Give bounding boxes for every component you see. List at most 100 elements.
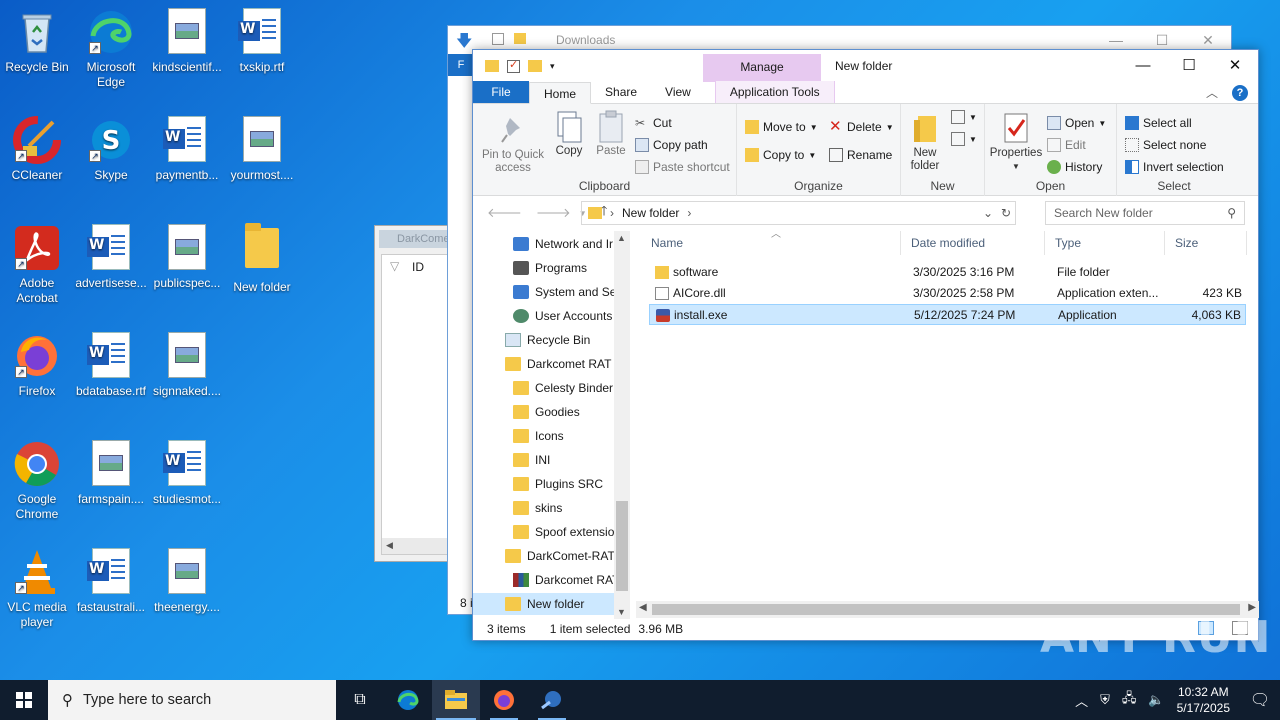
tab-application-tools[interactable]: Application Tools <box>714 81 835 103</box>
paste-shortcut-button[interactable]: Paste shortcut <box>635 160 730 174</box>
refresh-icon[interactable]: ↻ <box>1001 206 1011 220</box>
desktop-icon-google-chrome[interactable]: Google Chrome <box>0 440 74 522</box>
darkcomet-window[interactable]: DarkComet ▽ ID ◀ <box>374 225 454 562</box>
paste-button[interactable]: Paste <box>591 110 631 158</box>
network-icon[interactable]: 🖧 <box>1122 689 1137 711</box>
taskbar-file-explorer[interactable] <box>432 680 480 720</box>
tab-view[interactable]: View <box>651 81 705 103</box>
nav-item[interactable]: Celesty Binder <box>473 377 614 399</box>
desktop-icon-farmspain[interactable]: farmspain.... <box>74 440 148 507</box>
edit-button[interactable]: Edit <box>1047 138 1086 152</box>
nav-item[interactable]: System and Se <box>473 281 616 303</box>
table-row[interactable]: install.exe 5/12/2025 7:24 PM Application 4… <box>649 304 1246 325</box>
cut-button[interactable]: ✂ Cut <box>635 116 672 130</box>
taskbar-search[interactable]: ⚲ Type here to search <box>48 680 336 720</box>
copy-button[interactable]: Copy <box>549 110 589 158</box>
select-none-button[interactable]: Select none <box>1125 138 1206 152</box>
nav-item[interactable]: User Accounts <box>473 305 614 327</box>
desktop-icon-yourmost[interactable]: yourmost.... <box>225 116 299 183</box>
scrollbar-thumb[interactable] <box>616 501 628 591</box>
desktop-icon-signnaked[interactable]: signnaked.... <box>150 332 224 399</box>
security-icon[interactable]: ⛨ <box>1100 692 1110 708</box>
nav-item[interactable]: Darkcomet RAT <box>473 569 619 591</box>
clock[interactable]: 10:32 AM 5/17/2025 <box>1177 684 1230 716</box>
nav-item[interactable]: Plugins SRC <box>473 473 614 495</box>
start-button[interactable] <box>0 680 48 720</box>
table-row[interactable]: software 3/30/2025 3:16 PM File folder <box>649 262 1246 283</box>
taskbar-edge[interactable] <box>384 680 432 720</box>
task-view-button[interactable]: ⧉ <box>336 680 384 720</box>
nav-pane-scrollbar[interactable]: ▲ ▼ <box>614 231 630 619</box>
desktop-icon-new-folder[interactable]: New folder <box>225 223 299 295</box>
file-list[interactable]: ︿ Name Date modified Type Size software 3… <box>643 229 1248 601</box>
desktop-icon-kindscientif[interactable]: kindscientif... <box>150 8 224 75</box>
desktop-icon-adobe-acrobat[interactable]: ↗ Adobe Acrobat <box>0 224 74 306</box>
chevron-down-icon[interactable]: ▾ <box>550 61 555 72</box>
desktop-icon-theenergy[interactable]: theenergy.... <box>150 548 224 615</box>
open-button[interactable]: Open ▼ <box>1047 116 1106 130</box>
darkcomet-list[interactable]: ▽ ID ◀ <box>381 254 453 555</box>
minimize-button[interactable]: — <box>1120 50 1166 80</box>
rename-button[interactable]: Rename <box>829 148 892 162</box>
horizontal-scrollbar[interactable]: ◀ <box>382 538 452 554</box>
new-item-button[interactable]: ▼ <box>951 110 977 124</box>
desktop-icon-advertisese[interactable]: W advertisese... <box>74 224 148 291</box>
desktop-icon-ccleaner[interactable]: ↗ CCleaner <box>0 116 74 183</box>
taskbar-firefox[interactable] <box>480 680 528 720</box>
nav-item[interactable]: Goodies <box>473 401 614 423</box>
volume-icon[interactable]: 🔈 <box>1148 692 1164 708</box>
nav-item[interactable]: Recycle Bin <box>473 329 614 351</box>
nav-item[interactable]: Programs <box>473 257 614 279</box>
column-header-date-modified[interactable]: Date modified <box>903 231 1045 255</box>
new-folder-button[interactable]: New folder <box>905 112 945 173</box>
nav-item[interactable]: DarkComet-RAT <box>473 545 615 567</box>
select-all-button[interactable]: Select all <box>1125 116 1192 130</box>
taskbar-darkcomet[interactable] <box>528 680 576 720</box>
desktop-icon-studiesmot[interactable]: W studiesmot... <box>150 440 224 507</box>
breadcrumb-new-folder[interactable]: New folder <box>622 206 679 220</box>
chevron-down-icon[interactable]: ⌄ <box>983 206 993 220</box>
properties-button[interactable]: Properties ▼ <box>989 112 1043 173</box>
nav-item[interactable]: Spoof extensio <box>473 521 614 543</box>
pin-to-quick-access-button[interactable]: Pin to Quick access <box>479 114 547 175</box>
desktop-icon-vlc[interactable]: ↗ VLC media player <box>0 548 74 630</box>
copy-path-button[interactable]: Copy path <box>635 138 708 152</box>
column-header-id[interactable]: ID <box>412 260 424 274</box>
column-header-name[interactable]: Name <box>643 231 901 255</box>
tab-share[interactable]: Share <box>591 81 651 103</box>
desktop-icon-txskip[interactable]: W txskip.rtf <box>225 8 299 75</box>
column-header-size[interactable]: Size <box>1167 231 1247 255</box>
copy-to-button[interactable]: Copy to ▼ <box>745 148 816 162</box>
forward-arrow-icon[interactable]: 🡒 <box>536 205 571 221</box>
chevron-up-icon[interactable]: ︿ <box>1206 84 1218 101</box>
nav-item[interactable]: Darkcomet RAT ! <box>473 353 618 375</box>
tab-manage[interactable]: Manage <box>703 54 821 82</box>
new-folder-icon[interactable] <box>528 60 542 72</box>
tab-home[interactable]: Home <box>529 82 592 104</box>
chevron-up-icon[interactable]: ︿ <box>1075 691 1088 710</box>
nav-item[interactable]: Network and Ir <box>473 233 614 255</box>
nav-item[interactable]: skins <box>473 497 614 519</box>
easy-access-button[interactable]: ▼ <box>951 132 977 146</box>
help-icon[interactable]: ? <box>1232 84 1248 101</box>
desktop-icon-recycle-bin[interactable]: Recycle Bin <box>0 8 74 75</box>
invert-selection-button[interactable]: Invert selection <box>1125 160 1224 174</box>
nav-item[interactable]: Icons <box>473 425 614 447</box>
maximize-button[interactable]: ☐ <box>1166 50 1212 80</box>
properties-check-icon[interactable] <box>507 58 520 73</box>
desktop-icon-fastaustrali[interactable]: W fastaustrali... <box>74 548 148 615</box>
column-header-type[interactable]: Type <box>1047 231 1165 255</box>
desktop-icon-publicspec[interactable]: publicspec... <box>150 224 224 291</box>
address-bar[interactable]: › New folder › ⌄ ↻ <box>581 201 1016 225</box>
table-row[interactable]: AICore.dll 3/30/2025 2:58 PM Application e… <box>649 283 1246 304</box>
explorer-window[interactable]: ▾ Manage New folder — ☐ ✕ File Home Shar… <box>472 49 1259 641</box>
desktop-icon-firefox[interactable]: ↗ Firefox <box>0 332 74 399</box>
nav-item[interactable]: New folder <box>473 593 614 615</box>
desktop-icon-skype[interactable]: S ↗ Skype <box>74 116 148 183</box>
move-to-button[interactable]: Move to ▼ <box>745 120 818 134</box>
close-button[interactable]: ✕ <box>1212 50 1258 80</box>
nav-item[interactable]: INI <box>473 449 614 471</box>
tab-file[interactable]: File <box>473 81 529 103</box>
delete-button[interactable]: ✕ Delete ▼ <box>829 119 894 134</box>
navigation-pane[interactable]: Network and Ir Programs System and Se User … <box>473 231 629 619</box>
